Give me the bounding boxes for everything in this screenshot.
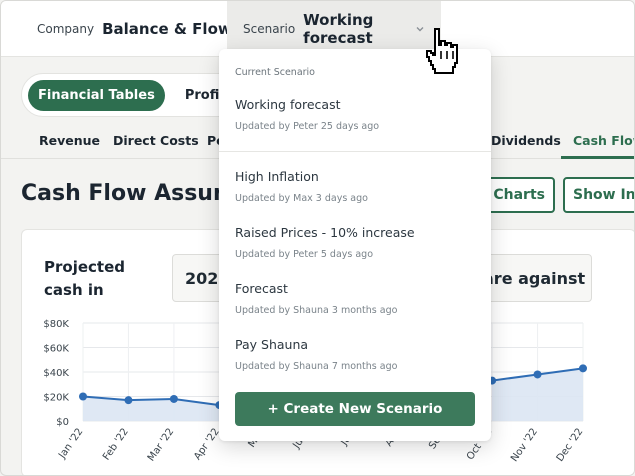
scenario-option-current[interactable]: Working forecast Updated by Peter 25 day… [235, 97, 475, 132]
scenario-name: Working forecast [235, 97, 341, 112]
x-tick-label: Jan '22 [56, 426, 85, 461]
y-tick-label: $40K [43, 368, 69, 379]
data-point [124, 396, 133, 405]
pill-financial-tables[interactable]: Financial Tables [28, 79, 165, 111]
current-scenario-label: Current Scenario [235, 67, 315, 78]
scenario-meta: Updated by Shauna 3 months ago [235, 305, 398, 316]
scenario-option-high-inflation[interactable]: High Inflation Updated by Max 3 days ago [235, 169, 475, 204]
scenario-name: High Inflation [235, 169, 319, 184]
scenario-dropdown: Current Scenario Working forecast Update… [219, 49, 491, 441]
data-point [79, 392, 87, 401]
x-tick-label: Mar '22 [146, 426, 177, 463]
chart-title: Projected cash in [44, 258, 125, 299]
scenario-name: Raised Prices - 10% increase [235, 225, 415, 240]
create-new-scenario-button[interactable]: + Create New Scenario [235, 392, 475, 426]
company-value: Balance & Flow [102, 20, 232, 38]
x-tick-label: Feb '22 [101, 426, 131, 462]
hand-cursor-icon [426, 28, 458, 74]
scenario-name: Pay Shauna [235, 337, 309, 352]
tab-revenue[interactable]: Revenue [39, 133, 100, 148]
scenario-meta: Updated by Peter 25 days ago [235, 121, 380, 132]
x-tick-label: Nov '22 [509, 426, 540, 464]
y-tick-label: $20K [43, 393, 69, 404]
scenario-value: Working forecast [303, 11, 374, 47]
divider [219, 151, 491, 152]
x-tick-label: Apr '22 [192, 426, 222, 462]
scenario-option-forecast[interactable]: Forecast Updated by Shauna 3 months ago [235, 281, 475, 316]
x-tick-label: Dec '22 [555, 426, 586, 463]
scenario-option-pay-shauna[interactable]: Pay Shauna Updated by Shauna 7 months ag… [235, 337, 475, 372]
tab-cash-flow[interactable]: Cash Flow A [573, 133, 634, 148]
y-tick-label: $80K [43, 319, 69, 330]
data-point [533, 370, 542, 379]
scenario-name: Forecast [235, 281, 288, 296]
scenario-meta: Updated by Peter 5 days ago [235, 249, 374, 260]
scenario-option-raised-prices[interactable]: Raised Prices - 10% increase Updated by … [235, 225, 475, 260]
data-point [169, 394, 178, 403]
show-instructions-button[interactable]: Show Inst [563, 177, 634, 213]
tab-dividends[interactable]: Dividends [491, 133, 561, 148]
data-point [579, 364, 587, 373]
tab-direct-costs[interactable]: Direct Costs [113, 133, 199, 148]
y-tick-label: $0 [56, 417, 69, 428]
y-tick-label: $60K [43, 344, 69, 355]
scenario-label: Scenario [243, 22, 296, 36]
company-label: Company [37, 22, 95, 36]
scenario-meta: Updated by Max 3 days ago [235, 193, 368, 204]
active-tab-indicator [561, 156, 634, 159]
app-window: Company Balance & Flow Scenario Working … [0, 0, 635, 476]
scenario-meta: Updated by Shauna 7 months ago [235, 361, 398, 372]
